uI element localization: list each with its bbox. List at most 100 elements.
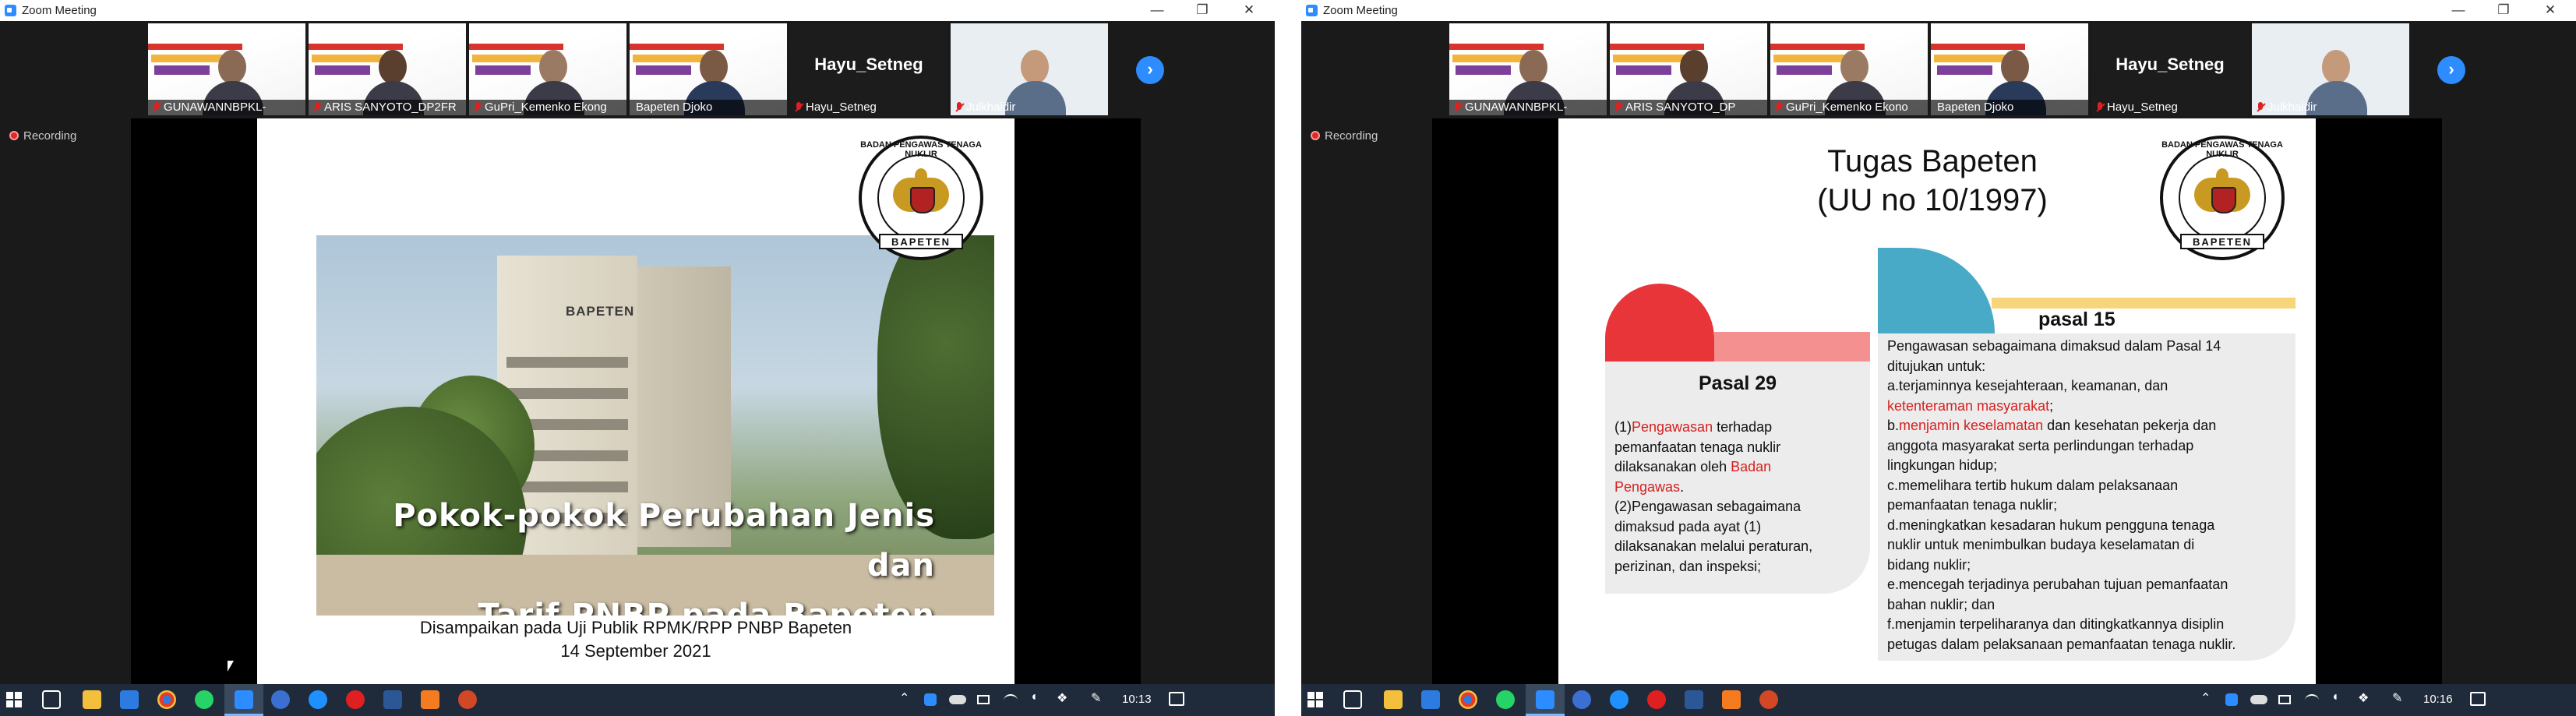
app-icon[interactable] [1722,690,1741,709]
tray-zoom-icon[interactable] [924,693,937,706]
notification-icon[interactable] [1169,692,1184,706]
presentation-slide: Tugas Bapeten (UU no 10/1997) BADAN PENG… [1558,118,2316,684]
pen-icon[interactable]: ✎ [2392,690,2408,709]
mic-muted-icon [795,102,803,113]
recording-indicator[interactable]: Recording [9,129,76,143]
volume-icon[interactable]: ◖ [2331,690,2347,709]
onedrive-icon[interactable] [949,695,966,704]
participant-tile[interactable]: GuPri_Kemenko Ekong [469,23,626,115]
pasal29-text: (1)Pengawasan terhadap pemanfaatan tenag… [1614,419,1813,574]
whatsapp-icon[interactable] [195,690,213,709]
logo-arc-text: BADAN PENGAWAS TENAGA NUKLIR [2161,140,2283,159]
logo-ribbon: BAPETEN [879,234,963,249]
chrome-icon[interactable] [1459,690,1477,709]
maximize-button[interactable]: ❐ [1184,2,1220,19]
dropbox-icon[interactable]: ❖ [2358,690,2373,709]
decoration-shape [1714,332,1870,362]
participant-tile[interactable]: Hayu_Setneg Hayu_Setneg [2091,23,2249,115]
logo-arc-text: BADAN PENGAWAS TENAGA NUKLIR [860,140,982,159]
word-icon[interactable] [1685,690,1703,709]
pen-icon[interactable]: ✎ [1091,690,1106,709]
shared-screen: Tugas Bapeten (UU no 10/1997) BADAN PENG… [1432,118,2442,684]
file-explorer-icon[interactable] [1384,690,1403,709]
participant-tile[interactable]: Julkhaidir [2252,23,2409,115]
pasal15-text: Pengawasan sebagaimana dimaksud dalam Pa… [1887,338,2236,652]
mic-muted-icon [1775,102,1783,113]
mail-icon[interactable] [120,690,139,709]
edge-icon[interactable] [271,690,290,709]
close-button[interactable]: ✕ [2532,2,2568,19]
window-title: Zoom Meeting [22,4,97,17]
minimize-button[interactable]: — [2440,2,2476,19]
edge-icon[interactable] [1572,690,1591,709]
decoration-shape [1878,248,1995,333]
tray-zoom-icon[interactable] [2225,693,2238,706]
wifi-icon[interactable] [2305,694,2319,707]
slide-title: Tugas Bapeten (UU no 10/1997) [1792,142,2073,220]
pasal29-heading: Pasal 29 [1699,372,1777,394]
participant-tile[interactable]: GUNAWANNBPKL- [148,23,305,115]
file-explorer-icon[interactable] [83,690,101,709]
whatsapp-icon[interactable] [1496,690,1515,709]
word-icon[interactable] [383,690,402,709]
participant-tile[interactable]: Hayu_Setneg Hayu_Setneg [790,23,947,115]
tray-chevron-up-icon[interactable]: ⌃ [2200,690,2216,709]
task-view-icon[interactable] [42,690,61,709]
taskbar-clock[interactable]: 10:13 [1122,693,1152,706]
slide-subtitle-line1: Disampaikan pada Uji Publik RPMK/RPP PNB… [419,618,852,637]
recording-indicator[interactable]: Recording [1311,129,1378,143]
volume-icon[interactable]: ◖ [1030,690,1046,709]
next-page-button[interactable]: › [2437,56,2465,84]
notification-icon[interactable] [2470,692,2486,706]
zoom-app-icon [1306,5,1318,16]
pasal15-panel: Pengawasan sebagaimana dimaksud dalam Pa… [1878,333,2295,661]
wifi-icon[interactable] [1004,694,1018,707]
minimize-button[interactable]: — [1139,2,1175,19]
powerpoint-icon[interactable] [1759,690,1778,709]
participant-name: ARIS SANYOTO_DP2FR [324,101,457,114]
start-button[interactable] [6,692,22,707]
participant-display-name: Hayu_Setneg [2115,55,2225,74]
opera-icon[interactable] [346,690,365,709]
opera-icon[interactable] [1647,690,1666,709]
taskbar-clock[interactable]: 10:16 [2423,693,2453,706]
windows-taskbar: ⌃ ◖ ❖ ✎ 10:16 [1301,684,2576,716]
participant-tile[interactable]: Julkhaidir [951,23,1108,115]
participant-tile-active-speaker[interactable]: Bapeten Djoko [630,23,787,115]
maximize-button[interactable]: ❐ [2486,2,2521,19]
mail-icon[interactable] [1421,690,1440,709]
battery-icon[interactable] [977,695,990,704]
dropbox-icon[interactable]: ❖ [1057,690,1072,709]
zoom-app-icon [5,5,16,16]
shared-screen: BAPETEN Pokok-pokok Perubahan Jenis dan … [131,118,1141,684]
start-button[interactable] [1307,692,1323,707]
zoom-icon[interactable] [235,690,253,709]
tray-chevron-up-icon[interactable]: ⌃ [899,690,915,709]
participant-name: Hayu_Setneg [806,101,877,114]
slide-title-line2: Tarif PNBP pada Bapeten [478,598,935,615]
participant-tile[interactable]: GuPri_Kemenko Ekono [1770,23,1928,115]
onedrive-icon[interactable] [2250,695,2267,704]
skype-icon[interactable] [1610,690,1629,709]
close-button[interactable]: ✕ [1231,2,1267,19]
battery-icon[interactable] [2278,695,2291,704]
participant-tile-active-speaker[interactable]: Bapeten Djoko [1931,23,2088,115]
powerpoint-icon[interactable] [458,690,477,709]
right-screen: Zoom Meeting — ❐ ✕ GUNAWANNBPKL- ARIS SA… [1301,0,2576,716]
garuda-emblem-icon [890,164,952,226]
chrome-icon[interactable] [157,690,176,709]
skype-icon[interactable] [309,690,327,709]
participant-name: ARIS SANYOTO_DP [1625,101,1736,114]
next-page-button[interactable]: › [1136,56,1164,84]
app-icon[interactable] [421,690,439,709]
participant-tile[interactable]: ARIS SANYOTO_DP2FR [309,23,466,115]
zoom-icon[interactable] [1536,690,1554,709]
mic-muted-icon [1614,102,1622,113]
slide-title: Pokok-pokok Perubahan Jenis dan Tarif PN… [316,491,935,615]
building-sign: BAPETEN [566,304,635,319]
participant-tile[interactable]: ARIS SANYOTO_DP [1610,23,1767,115]
participant-name: Julkhaidir [2267,101,2317,114]
windows-taskbar: ⌃ ◖ ❖ ✎ 10:13 [0,684,1275,716]
task-view-icon[interactable] [1343,690,1362,709]
participant-tile[interactable]: GUNAWANNBPKL- [1449,23,1607,115]
